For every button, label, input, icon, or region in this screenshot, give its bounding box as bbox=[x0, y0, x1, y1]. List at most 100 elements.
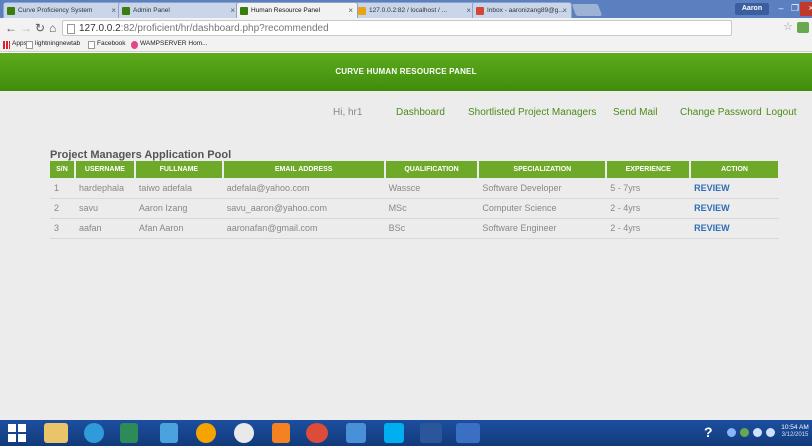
home-icon[interactable]: ⌂ bbox=[49, 21, 56, 35]
tab-label: Human Resource Panel bbox=[251, 7, 321, 14]
review-link[interactable]: REVIEW bbox=[690, 218, 779, 239]
tab-admin-panel[interactable]: Admin Panel × bbox=[118, 2, 240, 18]
new-tab-button[interactable] bbox=[571, 4, 603, 16]
phpmyadmin-favicon-icon bbox=[358, 7, 366, 15]
windows-taskbar bbox=[0, 420, 812, 446]
tab-label: 127.0.0.2:82 / localhost / ... bbox=[369, 7, 448, 14]
vlc-icon[interactable] bbox=[272, 423, 290, 443]
forward-arrow-icon[interactable]: → bbox=[20, 21, 32, 35]
page-icon bbox=[26, 41, 33, 49]
column-header: EXPERIENCE bbox=[606, 161, 692, 178]
hp-icon[interactable] bbox=[234, 423, 254, 443]
cell-qualification: BSc bbox=[384, 218, 479, 239]
cell-experience: 2 - 4yrs bbox=[606, 198, 691, 219]
bookmark-apps[interactable]: Apps bbox=[3, 40, 27, 49]
cell-sn: 3 bbox=[50, 218, 75, 239]
tab-human-resource-panel[interactable]: Human Resource Panel × bbox=[236, 2, 358, 18]
extension-icon[interactable] bbox=[797, 22, 809, 33]
nav-link-shortlisted[interactable]: Shortlisted Project Managers bbox=[468, 107, 596, 118]
bookmarks-bar: Apps lightningnewtab Facebook WAMPSERVER… bbox=[0, 38, 812, 52]
url-path: :82/proficient/hr/dashboard.php?recommen… bbox=[120, 23, 329, 34]
media-player-icon[interactable] bbox=[196, 423, 216, 443]
tray-network-icon[interactable] bbox=[727, 428, 736, 437]
page-icon bbox=[88, 41, 95, 49]
help-icon[interactable]: ? bbox=[704, 424, 713, 440]
tray-signal-icon[interactable] bbox=[753, 428, 762, 437]
curve-favicon-icon bbox=[7, 7, 15, 15]
close-window-icon[interactable]: × bbox=[800, 2, 812, 16]
cell-username: hardephala bbox=[74, 178, 135, 199]
reload-icon[interactable]: ↻ bbox=[35, 21, 45, 35]
tab-gmail-inbox[interactable]: Inbox - aaronizang89@g... × bbox=[472, 2, 572, 18]
bookmark-label: lightningnewtab bbox=[35, 40, 81, 47]
close-icon[interactable]: × bbox=[562, 6, 567, 15]
minimize-icon[interactable]: – bbox=[774, 2, 788, 16]
column-header: EMAIL ADDRESS bbox=[222, 161, 386, 178]
column-header: ACTION bbox=[690, 161, 780, 178]
bookmark-label: Apps bbox=[12, 40, 27, 47]
windows-start-icon[interactable] bbox=[8, 424, 26, 442]
file-explorer-icon[interactable] bbox=[44, 423, 68, 443]
store-icon[interactable] bbox=[120, 423, 138, 443]
page-content: CURVE HUMAN RESOURCE PANEL Hi, hr1 Dashb… bbox=[0, 53, 812, 420]
cell-username: aafan bbox=[74, 218, 135, 239]
page-icon bbox=[67, 24, 75, 34]
bookmark-wampserver[interactable]: WAMPSERVER Hom... bbox=[131, 40, 208, 49]
table-row: 1 hardephala taiwo adefala adefala@yahoo… bbox=[50, 178, 779, 199]
tab-curve-proficiency[interactable]: Curve Proficiency System × bbox=[3, 2, 121, 18]
clock-date[interactable]: 3/12/2015 bbox=[779, 432, 811, 438]
tray-battery-icon[interactable] bbox=[740, 428, 749, 437]
bookmark-star-icon[interactable]: ☆ bbox=[783, 20, 793, 33]
bookmark-label: WAMPSERVER Hom... bbox=[140, 40, 208, 47]
chrome-icon[interactable] bbox=[306, 423, 328, 443]
nav-link-logout[interactable]: Logout bbox=[766, 107, 797, 118]
nav-link-dashboard[interactable]: Dashboard bbox=[396, 107, 445, 118]
nav-link-send-mail[interactable]: Send Mail bbox=[613, 107, 657, 118]
url-host: 127.0.0.2 bbox=[79, 23, 121, 34]
tab-label: Curve Proficiency System bbox=[18, 7, 93, 14]
clock-time[interactable]: 10:54 AM bbox=[779, 424, 811, 432]
table-row: 2 savu Aaron Izang savu_aaron@yahoo.com … bbox=[50, 198, 779, 219]
column-header: SPECIALIZATION bbox=[478, 161, 608, 178]
cell-specialization: Software Developer bbox=[478, 178, 607, 199]
cell-experience: 2 - 4yrs bbox=[606, 218, 691, 239]
browser-toolbar: ← → ↻ ⌂ 127.0.0.2:82/proficient/hr/dashb… bbox=[0, 18, 812, 38]
close-icon[interactable]: × bbox=[230, 6, 235, 15]
pool-title: Project Managers Application Pool bbox=[50, 149, 232, 161]
nav-link-change-password[interactable]: Change Password bbox=[680, 107, 762, 118]
tab-label: Admin Panel bbox=[133, 7, 170, 14]
review-link[interactable]: REVIEW bbox=[690, 198, 779, 219]
profile-user-badge[interactable]: Aaron bbox=[735, 3, 769, 15]
internet-explorer-icon[interactable] bbox=[84, 423, 104, 443]
column-header: FULLNAME bbox=[134, 161, 224, 178]
cell-fullname: taiwo adefala bbox=[134, 178, 223, 199]
pen-app-icon[interactable] bbox=[160, 423, 178, 443]
cell-email: aaronafan@gmail.com bbox=[222, 218, 385, 239]
curve-favicon-icon bbox=[240, 7, 248, 15]
page-header-banner: CURVE HUMAN RESOURCE PANEL bbox=[0, 53, 812, 91]
tray-volume-icon[interactable] bbox=[766, 428, 775, 437]
column-header: QUALIFICATION bbox=[384, 161, 480, 178]
wifi-app-icon[interactable] bbox=[456, 423, 480, 443]
cell-sn: 2 bbox=[50, 198, 75, 219]
bookmark-facebook[interactable]: Facebook bbox=[88, 40, 126, 49]
curve-favicon-icon bbox=[122, 7, 130, 15]
bookmark-lightningnewtab[interactable]: lightningnewtab bbox=[26, 40, 81, 49]
webcam-icon[interactable] bbox=[346, 423, 366, 443]
back-arrow-icon[interactable]: ← bbox=[5, 21, 17, 35]
review-link[interactable]: REVIEW bbox=[690, 178, 779, 199]
applicants-table: S/N USERNAME FULLNAME EMAIL ADDRESS QUAL… bbox=[50, 161, 780, 239]
cell-fullname: Afan Aaron bbox=[134, 218, 223, 239]
word-icon[interactable] bbox=[420, 423, 442, 443]
wamp-icon bbox=[131, 41, 138, 49]
skype-icon[interactable] bbox=[384, 423, 404, 443]
close-icon[interactable]: × bbox=[348, 6, 353, 15]
close-icon[interactable]: × bbox=[466, 6, 471, 15]
gmail-favicon-icon bbox=[476, 7, 484, 15]
tab-phpmyadmin[interactable]: 127.0.0.2:82 / localhost / ... × bbox=[354, 2, 476, 18]
bookmark-label: Facebook bbox=[97, 40, 126, 47]
address-bar[interactable]: 127.0.0.2:82/proficient/hr/dashboard.php… bbox=[62, 20, 732, 36]
table-row: 3 aafan Afan Aaron aaronafan@gmail.com B… bbox=[50, 218, 779, 239]
column-header: S/N bbox=[50, 161, 76, 178]
close-icon[interactable]: × bbox=[111, 6, 116, 15]
